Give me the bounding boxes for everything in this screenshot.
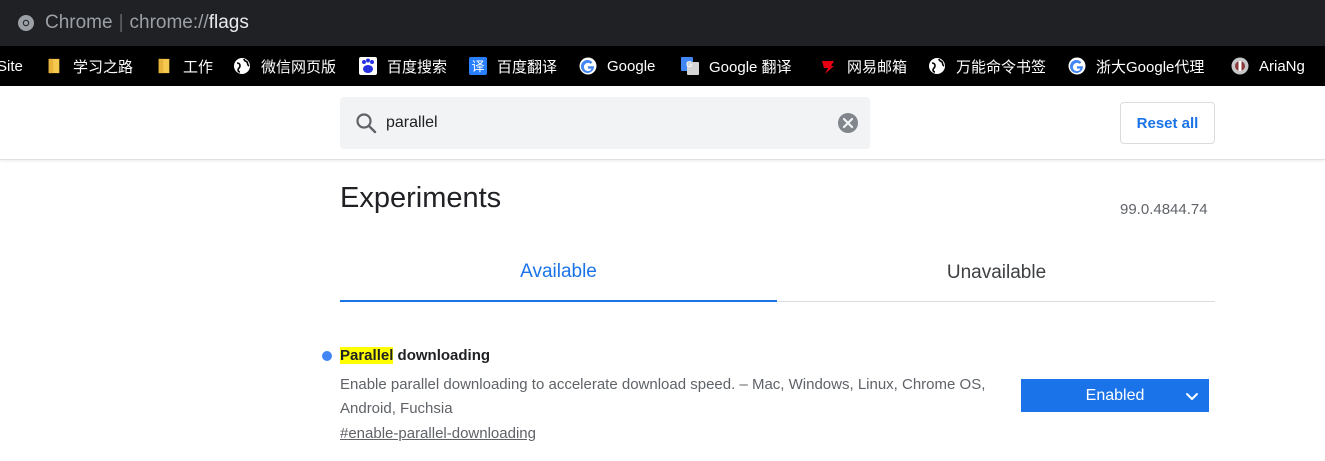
- bookmark-wechat[interactable]: 微信网页版: [233, 46, 336, 86]
- google-icon: [1068, 57, 1086, 75]
- baidu-translate-icon: 译: [469, 57, 487, 75]
- experiment-state-select[interactable]: Enabled: [1021, 379, 1209, 412]
- bookmark-universal-command[interactable]: 万能命令书签: [928, 46, 1046, 86]
- flags-header: Reset all: [0, 86, 1325, 160]
- globe-icon: [233, 57, 251, 75]
- experiment-title: Parallel downloading: [340, 347, 490, 364]
- bookmark-label: Google: [607, 57, 656, 75]
- folder-icon: [155, 57, 173, 75]
- experiment-permalink[interactable]: #enable-parallel-downloading: [340, 425, 536, 442]
- bookmark-google-translate[interactable]: G Google 翻译: [681, 46, 792, 86]
- bookmark-label: 微信网页版: [261, 58, 337, 76]
- bookmark-baidu-translate[interactable]: 译 百度翻译: [469, 46, 557, 86]
- bookmark-label: 万能命令书签: [956, 58, 1047, 76]
- tab-unavailable[interactable]: Unavailable: [778, 244, 1215, 302]
- reset-all-button[interactable]: Reset all: [1120, 102, 1215, 144]
- select-value: Enabled: [1085, 386, 1145, 404]
- svg-text:译: 译: [471, 60, 484, 75]
- ariang-icon: [1231, 57, 1249, 75]
- search-input[interactable]: [386, 97, 826, 149]
- bookmark-ariang[interactable]: AriaNg: [1231, 46, 1305, 86]
- url-scheme: chrome://: [129, 12, 209, 33]
- svg-text:G: G: [686, 60, 692, 69]
- bookmark-netease-mail[interactable]: 网易邮箱: [819, 46, 907, 86]
- tab-bar: Available Unavailable: [340, 244, 1215, 302]
- modified-indicator-dot: [322, 351, 332, 361]
- clear-search-icon[interactable]: [837, 112, 859, 134]
- bookmark-folder-work[interactable]: 工作: [155, 46, 213, 86]
- bookmark-label: AriaNg: [1259, 57, 1305, 75]
- address-bar[interactable]: Chrome | chrome://flags: [0, 0, 1325, 46]
- experiment-description: Enable parallel downloading to accelerat…: [340, 376, 986, 417]
- bookmark-folder-study[interactable]: 学习之路: [45, 46, 133, 86]
- folder-icon: [45, 57, 63, 75]
- netease-mail-icon: [819, 57, 837, 75]
- chevron-down-icon: [1186, 393, 1198, 400]
- page-title: Experiments: [340, 182, 502, 214]
- bookmark-label: 百度翻译: [497, 58, 558, 76]
- experiment-title-rest: downloading: [393, 347, 491, 364]
- url-text[interactable]: Chrome | chrome://flags: [45, 12, 249, 34]
- search-match-highlight: Parallel: [340, 347, 394, 364]
- bookmark-label: 工作: [183, 58, 214, 76]
- google-icon: [579, 57, 597, 75]
- bookmark-label: 学习之路: [73, 58, 134, 76]
- bookmark-site[interactable]: Site: [0, 46, 23, 86]
- bookmarks-bar: Site 学习之路 工作 微信网页版 百度搜索 译 百度翻译 Google G …: [0, 46, 1325, 86]
- bookmark-google[interactable]: Google: [579, 46, 655, 86]
- url-separator: |: [118, 12, 124, 33]
- url-host: flags: [208, 12, 249, 33]
- bookmark-baidu-search[interactable]: 百度搜索: [359, 46, 447, 86]
- google-translate-icon: G: [681, 57, 699, 75]
- bookmark-zju-google-proxy[interactable]: 浙大Google代理: [1068, 46, 1204, 86]
- url-app-label: Chrome: [45, 12, 113, 33]
- search-icon: [356, 113, 377, 134]
- globe-icon: [928, 57, 946, 75]
- bookmark-label: 百度搜索: [387, 58, 448, 76]
- search-box[interactable]: [340, 97, 870, 149]
- version-label: 99.0.4844.74: [1120, 201, 1208, 218]
- bookmark-label: 浙大Google代理: [1096, 58, 1205, 76]
- baidu-paw-icon: [359, 57, 377, 75]
- bookmark-label: Google 翻译: [709, 58, 792, 76]
- tab-available[interactable]: Available: [340, 244, 777, 302]
- chrome-page-icon: [18, 15, 34, 31]
- bookmark-label: 网易邮箱: [847, 58, 908, 76]
- experiment-entry: Parallel downloading Enable parallel dow…: [322, 345, 1222, 461]
- bookmark-label: Site: [0, 57, 23, 75]
